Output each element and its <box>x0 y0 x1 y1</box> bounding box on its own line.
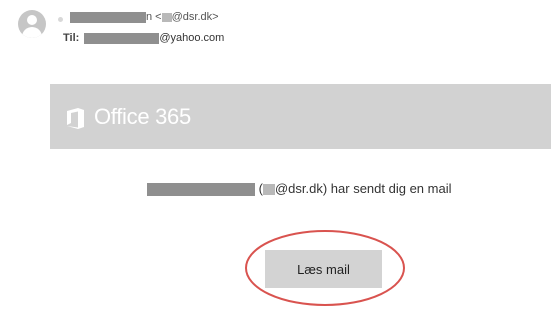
email-view: n < @dsr.dk> Til: @yahoo.com Office 365 (… <box>0 0 551 321</box>
highlight-circle <box>245 230 405 306</box>
